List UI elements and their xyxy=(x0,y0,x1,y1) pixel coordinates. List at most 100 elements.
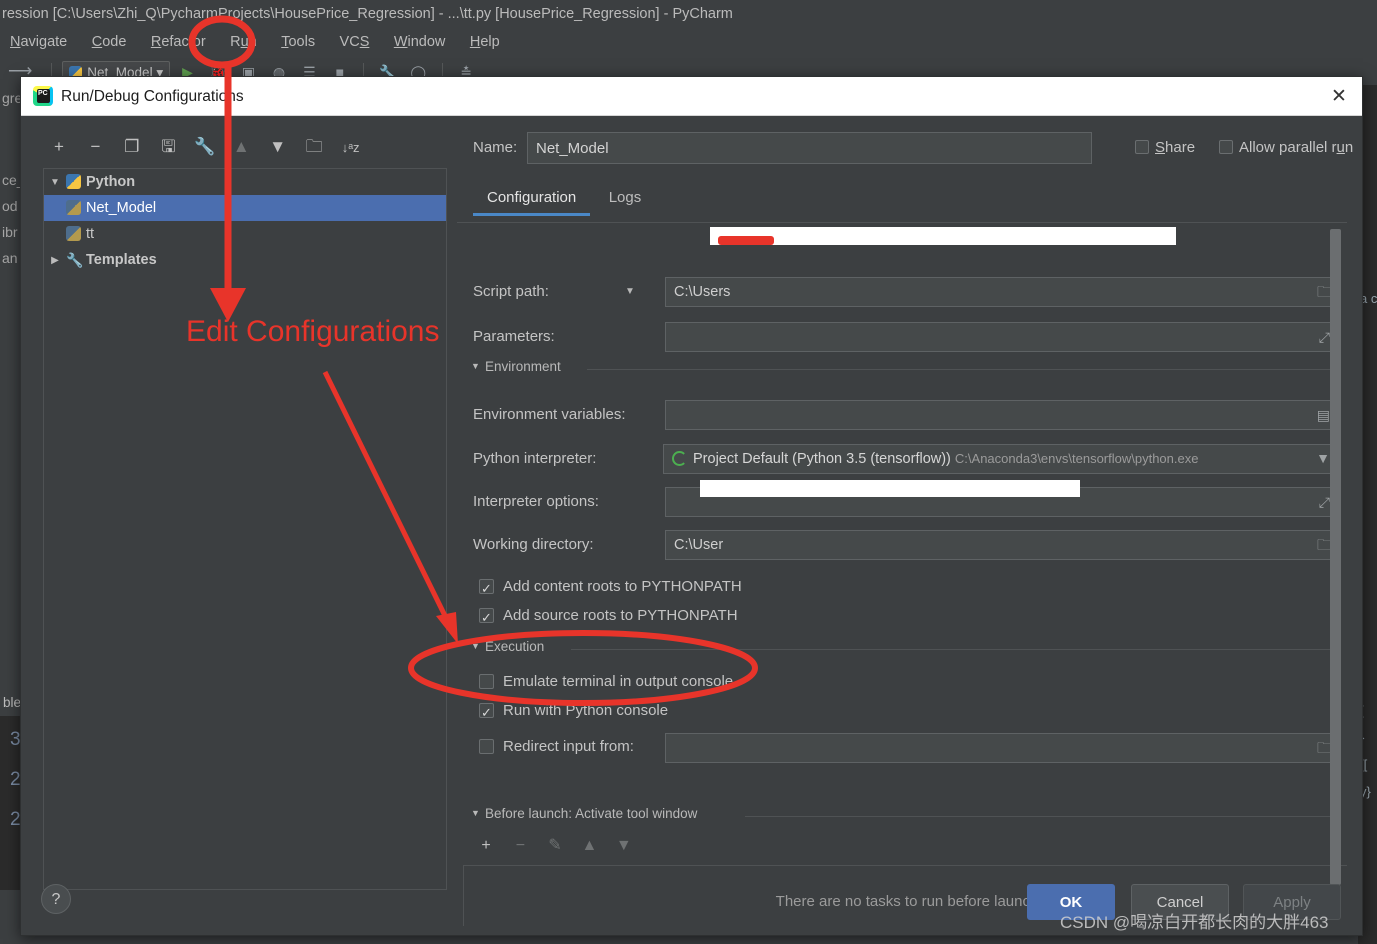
configuration-panel: Script path: ▼ C:\Users 🗀 Parameters: ⤢ xyxy=(457,222,1347,926)
configuration-tabs: Configuration Logs xyxy=(473,182,1347,216)
execution-section-header[interactable]: ▼ Execution xyxy=(471,639,544,659)
expand-twisty-icon[interactable]: ▼ xyxy=(44,170,66,196)
expand-icon[interactable]: ⤢ xyxy=(1319,328,1330,346)
csdn-watermark: CSDN @喝凉白开都长肉的大胖463 xyxy=(1060,913,1329,932)
tab-configuration[interactable]: Configuration xyxy=(473,182,591,216)
scrollbar-thumb[interactable] xyxy=(1330,229,1341,885)
collapse-twisty-icon[interactable]: ▶ xyxy=(44,248,66,274)
checkbox-box xyxy=(479,605,494,631)
copy-icon[interactable]: ❐ xyxy=(116,132,148,162)
ide-menu-bar: Navigate Code Refactor Run Tools VCS Win… xyxy=(0,28,1377,57)
tree-node-net-model[interactable]: Net_Model xyxy=(44,195,446,221)
add-source-roots-checkbox[interactable]: Add source roots to PYTHONPATH xyxy=(479,603,738,631)
close-icon[interactable]: ✕ xyxy=(1316,77,1362,116)
share-checkbox[interactable]: Share xyxy=(1135,132,1195,164)
before-launch-section-header[interactable]: ▼ Before launch: Activate tool window xyxy=(471,806,697,826)
checkbox-box xyxy=(479,674,494,689)
menu-run[interactable]: Run xyxy=(220,28,267,57)
checkbox-label: Add source roots to PYTHONPATH xyxy=(503,607,738,624)
working-directory-row: Working directory: C:\User 🗀 xyxy=(457,530,1347,560)
collapse-twisty-icon[interactable]: ▼ xyxy=(471,361,485,371)
python-icon xyxy=(66,200,81,215)
tree-node-templates[interactable]: ▶ 🔧 Templates xyxy=(44,247,446,273)
parameters-input[interactable]: ⤢ xyxy=(665,322,1337,352)
python-icon xyxy=(66,226,81,241)
run-debug-configurations-dialog: PC Run/Debug Configurations ✕ + − ❐ 🖫 🔧 … xyxy=(20,76,1363,936)
section-divider xyxy=(587,369,1337,370)
allow-parallel-run-checkbox[interactable]: Allow parallel run xyxy=(1219,132,1353,164)
configurations-tree-toolbar: + − ❐ 🖫 🔧 ▲ ▼ 🗀 ↓ᵃz xyxy=(43,132,443,162)
menu-refactor[interactable]: Refactor xyxy=(141,28,216,57)
edit-list-icon[interactable]: ▤ xyxy=(1317,406,1330,424)
before-launch-toolbar: + − ✎ ▲ ▼ xyxy=(471,833,639,859)
python-icon xyxy=(66,174,81,189)
section-divider xyxy=(745,816,1337,817)
menu-help[interactable]: Help xyxy=(460,28,510,57)
wrench-icon[interactable]: 🔧 xyxy=(189,132,221,162)
python-interpreter-label: Python interpreter: xyxy=(473,450,597,467)
name-input[interactable] xyxy=(527,132,1092,164)
redaction-bar xyxy=(742,231,1144,245)
add-task-icon[interactable]: + xyxy=(471,833,501,859)
interpreter-status-icon xyxy=(672,451,687,466)
menu-vcs[interactable]: VCS xyxy=(330,28,380,57)
menu-navigate[interactable]: Navigate xyxy=(0,28,77,57)
execution-section-label: Execution xyxy=(485,639,545,654)
script-path-input[interactable]: C:\Users 🗀 xyxy=(665,277,1337,307)
move-task-up-icon[interactable]: ▲ xyxy=(574,833,604,859)
redirect-input-checkbox[interactable]: Redirect input from: xyxy=(479,734,634,760)
checkbox-box xyxy=(479,739,494,754)
run-with-python-console-checkbox[interactable]: Run with Python console xyxy=(479,698,668,726)
python-interpreter-combo[interactable]: Project Default (Python 3.5 (tensorflow)… xyxy=(663,444,1337,474)
move-task-down-icon[interactable]: ▼ xyxy=(609,833,639,859)
menu-tools[interactable]: Tools xyxy=(271,28,325,57)
add-content-roots-checkbox[interactable]: Add content roots to PYTHONPATH xyxy=(479,574,742,602)
working-directory-input[interactable]: C:\User 🗀 xyxy=(665,530,1337,560)
tree-node-label: Templates xyxy=(86,252,157,268)
chevron-down-icon[interactable]: ▼ xyxy=(1316,449,1330,467)
emulate-terminal-checkbox[interactable]: Emulate terminal in output console xyxy=(479,669,733,695)
checkbox-label: Emulate terminal in output console xyxy=(503,673,734,690)
working-directory-value: C:\User xyxy=(674,537,724,553)
configuration-scrollbar[interactable] xyxy=(1330,223,1341,926)
environment-variables-label: Environment variables: xyxy=(473,406,626,423)
parameters-row: Parameters: ⤢ xyxy=(457,322,1347,352)
menu-code[interactable]: Code xyxy=(82,28,137,57)
redaction-bar xyxy=(700,480,1080,497)
environment-section-header[interactable]: ▼ Environment xyxy=(471,359,561,379)
collapse-twisty-icon[interactable]: ▼ xyxy=(471,808,485,818)
expand-icon[interactable]: ⤢ xyxy=(1319,493,1330,511)
help-button[interactable]: ? xyxy=(41,884,71,914)
remove-icon[interactable]: − xyxy=(79,132,111,162)
remove-task-icon[interactable]: − xyxy=(505,833,535,859)
section-divider xyxy=(571,649,1337,650)
menu-window[interactable]: Window xyxy=(384,28,456,57)
sort-alphabetically-icon[interactable]: ↓ᵃz xyxy=(335,133,367,163)
checkbox-box xyxy=(479,576,494,602)
configurations-tree: ▼ Python Net_Model tt ▶ 🔧 Templates xyxy=(43,168,447,890)
add-icon[interactable]: + xyxy=(43,132,75,162)
collapse-twisty-icon[interactable]: ▼ xyxy=(471,641,485,651)
wrench-icon: 🔧 xyxy=(66,252,84,268)
chevron-down-icon[interactable]: ▼ xyxy=(625,277,635,307)
edit-task-icon[interactable]: ✎ xyxy=(540,833,570,859)
name-row: Name: Share Allow parallel run xyxy=(457,132,1353,164)
move-up-icon[interactable]: ▲ xyxy=(225,132,257,162)
new-folder-icon[interactable]: 🗀 xyxy=(298,132,330,162)
checkbox-box xyxy=(1219,140,1233,154)
tab-logs[interactable]: Logs xyxy=(595,182,656,216)
name-label: Name: xyxy=(473,139,518,156)
python-interpreter-row: Python interpreter: Project Default (Pyt… xyxy=(457,444,1347,474)
checkbox-box xyxy=(1135,140,1149,154)
tree-node-label: tt xyxy=(86,226,95,242)
redirect-input-path-input[interactable]: 🗀 xyxy=(665,733,1337,763)
save-icon[interactable]: 🖫 xyxy=(152,132,184,162)
tree-node-label: Python xyxy=(86,174,136,190)
tree-node-tt[interactable]: tt xyxy=(44,221,446,247)
tree-node-python[interactable]: ▼ Python xyxy=(44,169,446,195)
dialog-title-bar: PC Run/Debug Configurations ✕ xyxy=(21,77,1362,116)
move-down-icon[interactable]: ▼ xyxy=(262,132,294,162)
environment-variables-input[interactable]: ▤ xyxy=(665,400,1337,430)
environment-variables-row: Environment variables: ▤ xyxy=(457,400,1347,430)
environment-section-label: Environment xyxy=(485,359,561,374)
